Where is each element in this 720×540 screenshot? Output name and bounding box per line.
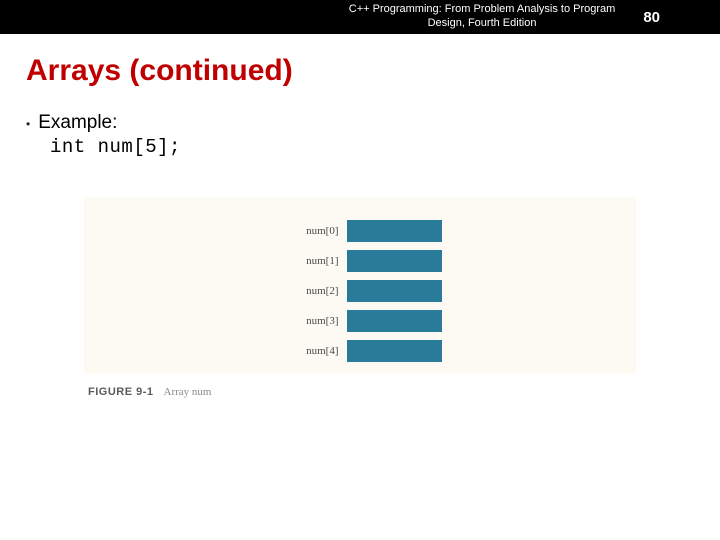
array-cell (347, 220, 442, 242)
book-title-line1: C++ Programming: From Problem Analysis t… (349, 3, 616, 15)
figure-caption-tag: FIGURE 9-1 (88, 386, 154, 398)
array-label: num[4] (279, 345, 339, 357)
slide-content: Arrays (continued) • Example: int num[5]… (0, 34, 720, 398)
page-number: 80 (643, 9, 660, 26)
array-diagram: num[0] num[1] num[2] num[3] num[4] (94, 220, 626, 362)
array-cell (347, 250, 442, 272)
figure-caption-text: Array num (164, 386, 212, 398)
array-row: num[2] (279, 280, 442, 302)
figure-area: num[0] num[1] num[2] num[3] num[4] (84, 198, 636, 374)
slide-title: Arrays (continued) (26, 54, 694, 88)
book-title: C++ Programming: From Problem Analysis t… (349, 3, 616, 31)
array-cell (347, 280, 442, 302)
array-cell (347, 310, 442, 332)
array-row: num[1] (279, 250, 442, 272)
array-row: num[3] (279, 310, 442, 332)
book-title-line2: Design, Fourth Edition (428, 17, 537, 29)
array-label: num[2] (279, 285, 339, 297)
bullet-example: • Example: (26, 112, 694, 134)
slide-header: C++ Programming: From Problem Analysis t… (0, 0, 720, 34)
array-label: num[1] (279, 255, 339, 267)
array-row: num[4] (279, 340, 442, 362)
array-label: num[0] (279, 225, 339, 237)
code-example: int num[5]; (50, 136, 694, 158)
array-label: num[3] (279, 315, 339, 327)
figure-caption: FIGURE 9-1 Array num (88, 386, 694, 398)
array-row: num[0] (279, 220, 442, 242)
array-cell (347, 340, 442, 362)
bullet-dot-icon: • (26, 118, 30, 130)
bullet-label: Example: (38, 112, 117, 134)
